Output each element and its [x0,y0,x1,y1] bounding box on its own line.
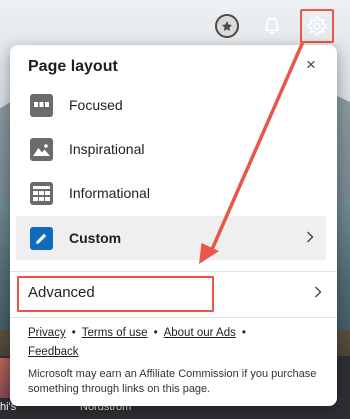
divider [10,317,337,318]
layout-option-custom[interactable]: Custom [16,216,326,260]
informational-layout-icon [30,181,53,205]
layout-option-label: Focused [69,97,123,113]
inspirational-layout-icon [30,137,53,161]
terms-link[interactable]: Terms of use [82,327,148,339]
affiliate-disclaimer: Microsoft may earn an Affiliate Commissi… [28,368,317,395]
layout-option-inspirational[interactable]: Inspirational [16,127,326,171]
footer-links: Privacy • Terms of use • About our Ads • Feed… [28,324,323,362]
focused-layout-icon [30,93,53,117]
about-ads-link[interactable]: About our Ads [164,327,236,339]
feedback-link[interactable]: Feedback [28,346,79,358]
close-button[interactable]: × [300,54,322,76]
custom-layout-pencil-icon [30,226,53,250]
notifications-button[interactable] [257,11,287,41]
advanced-label: Advanced [28,284,95,301]
rewards-button[interactable] [212,11,242,41]
privacy-link[interactable]: Privacy [28,327,66,339]
layout-option-label: Informational [69,185,150,201]
divider [10,271,337,272]
gear-icon [307,16,327,36]
advanced-option[interactable]: Advanced [16,276,326,312]
link-separator: • [241,327,246,339]
layout-option-focused[interactable]: Focused [16,83,326,127]
page-layout-panel: Page layout × Focused Inspirational Info… [10,45,337,406]
close-icon: × [306,55,316,74]
layout-option-informational[interactable]: Informational [16,171,326,215]
settings-button[interactable] [300,9,334,43]
panel-title: Page layout [28,58,118,75]
chevron-right-icon [314,285,322,301]
rewards-medal-icon [215,14,239,38]
bell-icon [264,17,280,35]
chevron-right-icon [306,230,314,246]
link-separator: • [153,327,158,339]
layout-option-label: Inspirational [69,141,145,157]
layout-option-label: Custom [69,230,122,246]
link-separator: • [71,327,76,339]
